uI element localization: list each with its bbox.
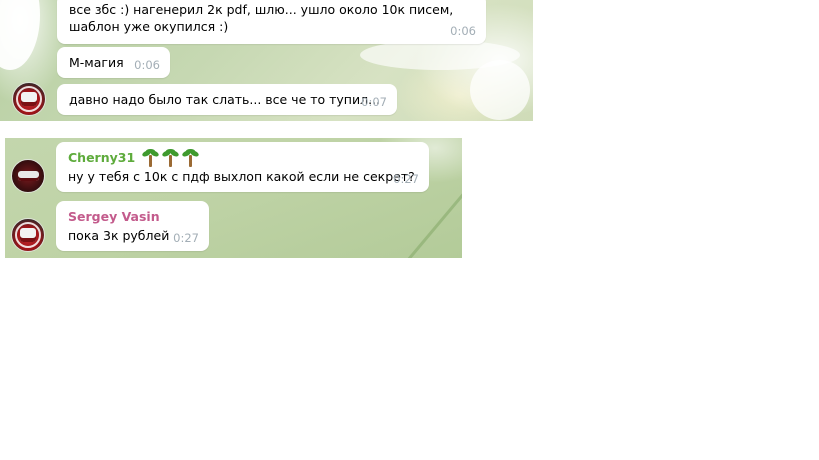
message-text: давно надо было так слать... все че то т… [69,92,381,107]
palm-tree-icon [161,149,180,167]
avatar-sergey-vasin[interactable] [12,82,46,116]
flower-petal-decoration [470,60,530,120]
palm-tree-icon [141,149,160,167]
chat-panel-bottom: Cherny31 ну у тебя с 10к с пдф выхлоп ка… [5,138,462,258]
avatar-mouth-icon [18,171,39,181]
message-bubble[interactable]: Cherny31 ну у тебя с 10к с пдф выхлоп ка… [56,142,429,192]
palm-tree-emoji [139,149,200,168]
message-bubble[interactable]: М-магия 0:06 [57,47,170,78]
avatar-logo-icon [21,92,37,106]
avatar-sergey-vasin[interactable] [11,218,45,252]
message-text: все збс :) нагенерил 2к pdf, шлю... ушло… [69,2,454,34]
chat-panel-top: все збс :) нагенерил 2к pdf, шлю... ушло… [0,0,533,121]
message-bubble[interactable]: Sergey Vasin пока 3к рублей 0:27 [56,201,209,251]
flower-stem-decoration [386,191,462,258]
message-time: 0:27 [173,231,199,245]
message-bubble[interactable]: давно надо было так слать... все че то т… [57,84,397,115]
message-bubble[interactable]: все збс :) нагенерил 2к pdf, шлю... ушло… [57,0,486,44]
message-time: 0:06 [134,58,160,72]
avatar-cherny31[interactable] [11,159,45,193]
message-time: 0:27 [393,172,419,186]
message-text: ну у тебя с 10к с пдф выхлоп какой если … [68,169,415,184]
flower-petal-decoration [0,0,40,70]
message-time: 0:07 [361,95,387,109]
palm-tree-icon [181,149,200,167]
message-time: 0:06 [450,24,476,38]
sender-name[interactable]: Sergey Vasin [68,208,160,225]
sender-name[interactable]: Cherny31 [68,149,135,166]
avatar-logo-icon [20,228,36,242]
